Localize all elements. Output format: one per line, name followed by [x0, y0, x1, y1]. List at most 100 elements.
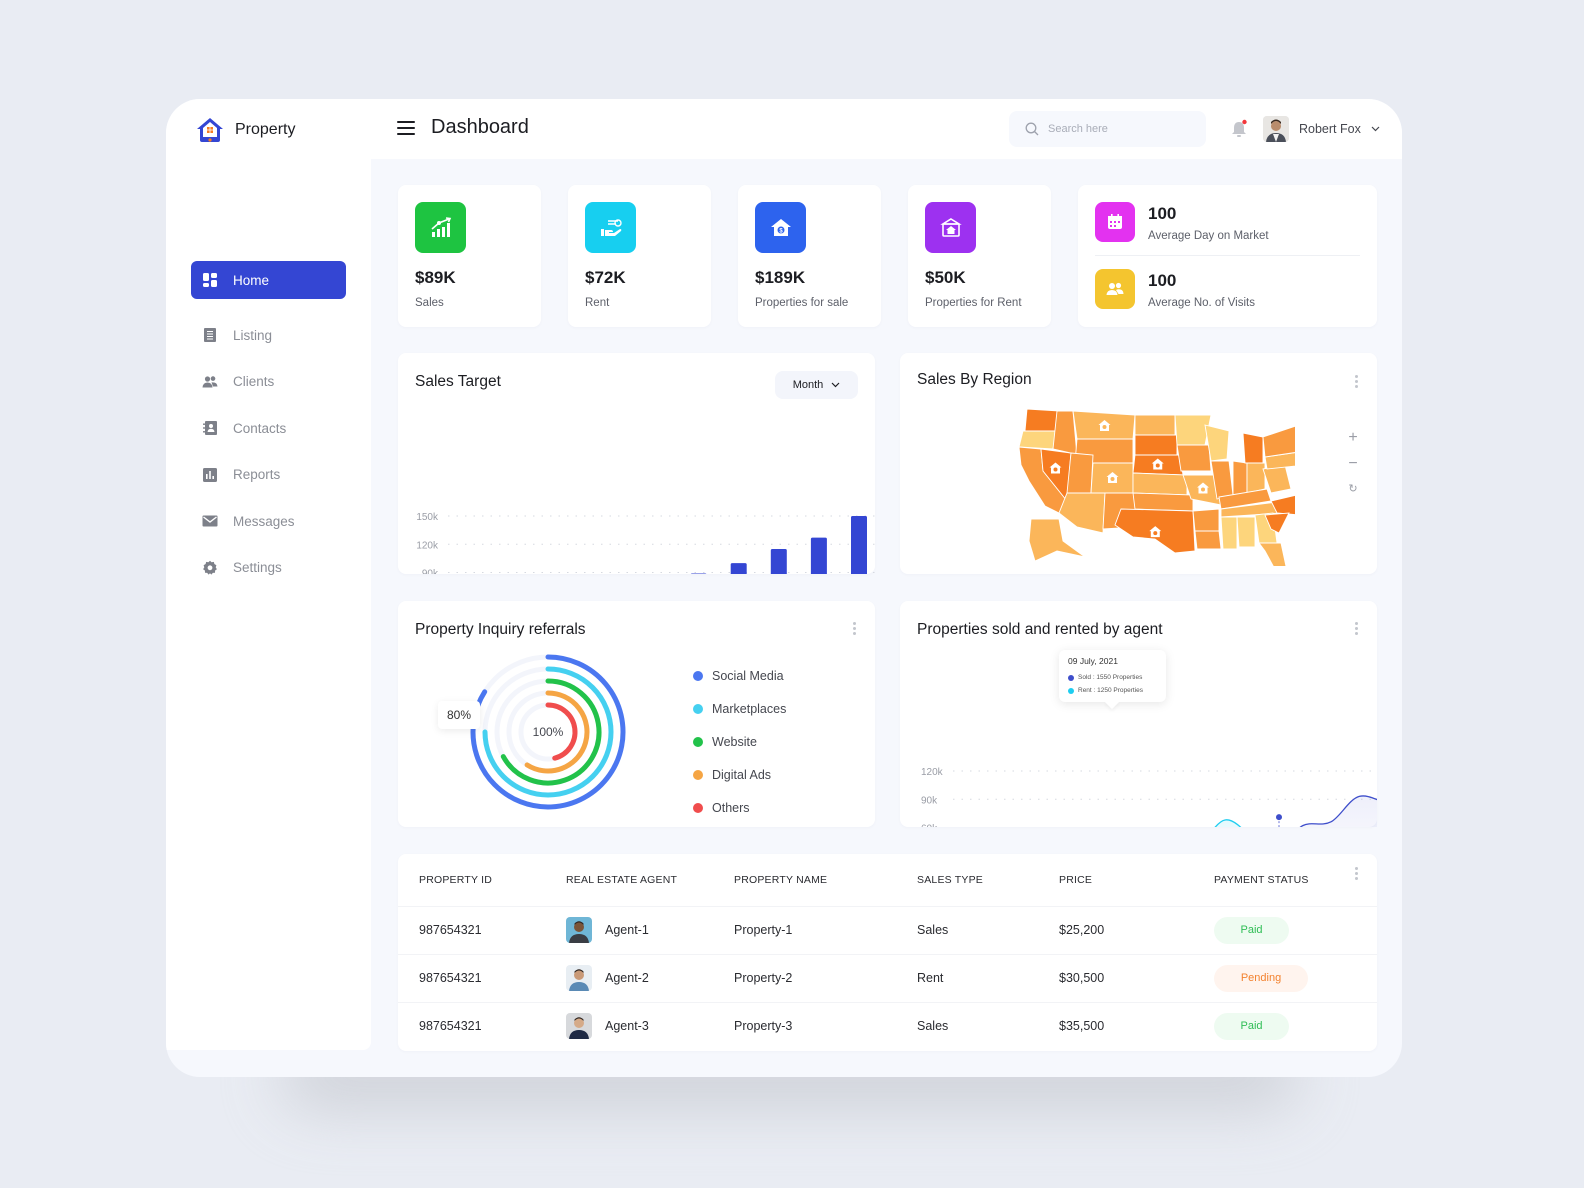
envelope-icon — [202, 515, 218, 527]
legend-label: Others — [712, 800, 750, 815]
zoom-out-icon[interactable]: − — [1346, 456, 1360, 472]
bar-nov[interactable] — [851, 516, 867, 574]
column-header[interactable]: SALES TYPE — [917, 854, 1059, 906]
more-options-icon[interactable] — [1351, 864, 1361, 882]
legend-item[interactable]: Social Media — [693, 659, 786, 692]
y-tick-label: 90k — [921, 795, 938, 806]
property-name[interactable]: Property-1 — [734, 905, 917, 954]
referrals-card: Property Inquiry referrals 100% 80% Soci… — [398, 601, 875, 827]
sidebar-item-home[interactable]: Home — [191, 261, 346, 299]
legend-label: Digital Ads — [712, 767, 772, 782]
stat-card-properties-for-rent[interactable]: $50K Properties for Rent — [908, 185, 1051, 327]
map-region[interactable] — [1262, 425, 1295, 458]
map-region[interactable] — [1066, 452, 1094, 494]
bar-jul[interactable] — [690, 573, 707, 574]
agent-name[interactable]: Agent-2 — [605, 971, 649, 985]
referrals-radial-chart: 100% — [470, 654, 626, 810]
map-region[interactable] — [1132, 472, 1188, 496]
legend-dot — [693, 736, 703, 747]
legend-item[interactable]: Website — [693, 725, 786, 758]
map-region[interactable] — [1220, 516, 1238, 550]
column-header[interactable]: PRICE — [1059, 854, 1214, 906]
map-region[interactable] — [1236, 516, 1256, 548]
stat-label: Sales — [415, 297, 444, 309]
sidebar-item-contacts[interactable]: Contacts — [191, 409, 346, 447]
unread-dot — [1242, 119, 1247, 125]
properties-table-card: PROPERTY ID REAL ESTATE AGENT PROPERTY NAM… — [398, 854, 1377, 1051]
us-region-map[interactable] — [1015, 401, 1295, 566]
dashboard-grid-icon — [203, 273, 217, 287]
column-header[interactable]: REAL ESTATE AGENT — [566, 854, 734, 906]
sidebar-item-listing[interactable]: Listing — [191, 316, 346, 354]
map-region[interactable] — [1232, 460, 1248, 496]
house-sign-icon — [939, 217, 962, 237]
bar-aug[interactable] — [730, 563, 747, 574]
more-options-icon[interactable] — [1351, 372, 1361, 390]
legend-item[interactable]: Digital Ads — [693, 758, 786, 791]
legend-label: Social Media — [712, 668, 784, 683]
legend-item[interactable]: Others — [693, 791, 786, 824]
map-region[interactable] — [1194, 530, 1222, 550]
stat-card-rent[interactable]: $72K Rent — [568, 185, 711, 327]
user-menu[interactable]: Robert Fox — [1263, 116, 1380, 142]
stat-average-days[interactable]: 100 Average Day on Market — [1095, 202, 1269, 242]
properties-table: PROPERTY ID REAL ESTATE AGENT PROPERTY NAM… — [398, 854, 1377, 1050]
top-bar — [166, 99, 1402, 159]
status-cell: Paid — [1214, 1001, 1377, 1050]
map-region[interactable] — [1176, 444, 1212, 472]
map-region[interactable] — [1052, 410, 1078, 457]
property-name[interactable]: Property-2 — [734, 953, 917, 1002]
search-box[interactable] — [1009, 111, 1206, 147]
app-logo[interactable]: Property — [195, 116, 295, 144]
property-id: 987654321 — [398, 1001, 566, 1050]
app-window: Home Listing Clients Contacts Reports Message… — [166, 99, 1402, 1077]
area-sold — [1300, 795, 1377, 827]
table-row[interactable]: 987654321 Agent-2 Property-2 Rent $30,500 Pen… — [398, 953, 1377, 1002]
stat-average-visits[interactable]: 100 Average No. of Visits — [1095, 269, 1255, 309]
map-region[interactable] — [1192, 508, 1220, 532]
table-row[interactable]: 987654321 Agent-1 Property-1 Sales $25,200 Pa… — [398, 905, 1377, 954]
agent-name[interactable]: Agent-3 — [605, 1019, 649, 1033]
map-region[interactable] — [1242, 432, 1264, 464]
column-header[interactable]: PROPERTY ID — [398, 854, 566, 906]
legend-dot — [693, 802, 703, 813]
bar-oct[interactable] — [810, 537, 827, 574]
map-region[interactable] — [1018, 430, 1058, 450]
status-badge: Paid — [1214, 1012, 1289, 1040]
map-region[interactable] — [1132, 492, 1194, 512]
map-region[interactable] — [1134, 414, 1176, 436]
sidebar-item-reports[interactable]: Reports — [191, 456, 346, 494]
table-row[interactable]: 987654321 Agent-3 Property-3 Sales $35,500 Pa… — [398, 1001, 1377, 1050]
map-region[interactable] — [1058, 492, 1106, 534]
map-region[interactable] — [1134, 434, 1178, 456]
hamburger-menu-icon[interactable] — [397, 121, 415, 135]
zoom-in-icon[interactable]: + — [1346, 430, 1360, 446]
column-header[interactable]: PROPERTY NAME — [734, 854, 917, 906]
agent-cell: Agent-3 — [566, 1001, 734, 1050]
map-region[interactable] — [1024, 408, 1061, 432]
legend-dot — [693, 670, 703, 681]
growth-chart-icon — [430, 216, 451, 237]
map-region[interactable] — [1258, 542, 1287, 566]
legend-dot — [693, 703, 703, 714]
stat-label: Average Day on Market — [1148, 230, 1269, 242]
agent-name[interactable]: Agent-1 — [605, 923, 649, 937]
map-region[interactable] — [1246, 462, 1266, 494]
notification-bell-icon[interactable] — [1230, 119, 1248, 139]
highlight-point[interactable] — [1276, 814, 1282, 821]
reset-map-icon[interactable]: ↻ — [1346, 482, 1360, 496]
sidebar-item-messages[interactable]: Messages — [191, 502, 346, 540]
bar-sep[interactable] — [770, 548, 787, 574]
agent-avatar — [566, 965, 592, 991]
status-badge: Paid — [1214, 916, 1289, 944]
property-name[interactable]: Property-3 — [734, 1001, 917, 1050]
legend-item[interactable]: Marketplaces — [693, 692, 786, 725]
stat-label: Rent — [585, 297, 610, 309]
stat-card-properties-for-sale[interactable]: $ $189K Properties for sale — [738, 185, 881, 327]
more-options-icon[interactable] — [849, 619, 859, 637]
search-input[interactable] — [1048, 123, 1188, 135]
sidebar-item-settings[interactable]: Settings — [191, 549, 346, 587]
sidebar-item-clients[interactable]: Clients — [191, 363, 346, 401]
stat-card-sales[interactable]: $89K Sales — [398, 185, 541, 327]
highlight-percent-label: 80% — [438, 701, 480, 729]
